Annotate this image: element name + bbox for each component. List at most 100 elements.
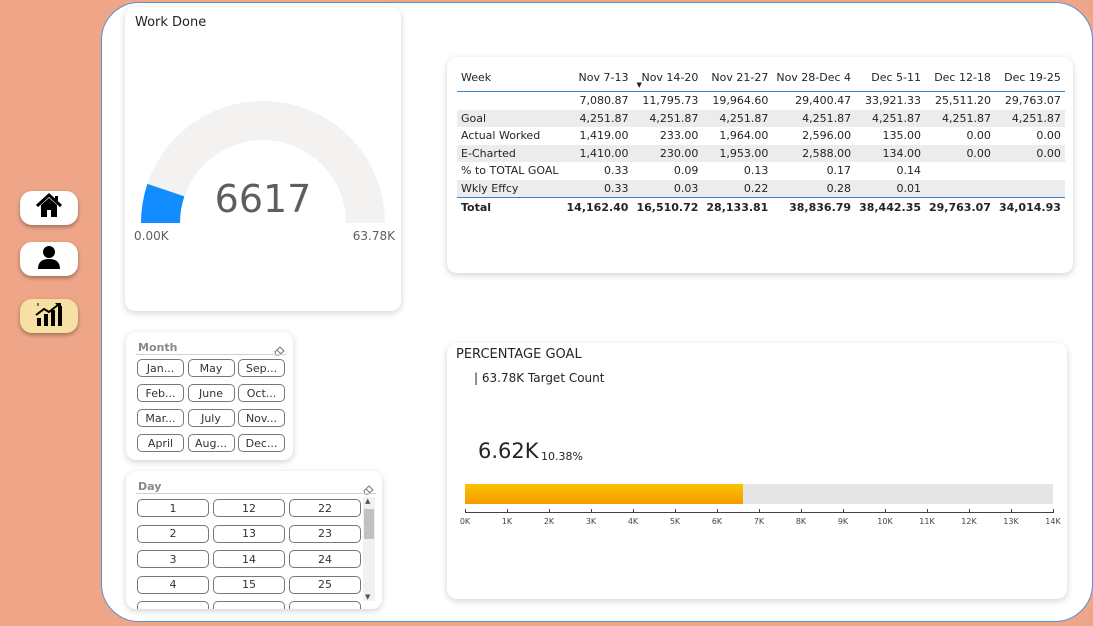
month-option[interactable]: Oct...	[238, 384, 285, 402]
matrix-header-3[interactable]: Nov 21-27	[702, 63, 772, 92]
month-option[interactable]: Nov...	[238, 409, 285, 427]
day-option[interactable]: 1	[137, 499, 209, 517]
month-option[interactable]: June	[187, 384, 235, 402]
axis-tick-mark	[1053, 509, 1054, 513]
day-scrollbar[interactable]: ▲ ▼	[363, 497, 375, 601]
matrix-total-cell: 16,510.72	[636, 201, 699, 214]
axis-tick-mark	[885, 509, 886, 513]
day-option[interactable]: 25	[289, 575, 361, 594]
percentage-goal-card[interactable]: PERCENTAGE GOAL | 63.78K Target Count 6.…	[447, 343, 1067, 599]
day-option[interactable]: 2	[137, 524, 209, 543]
day-option[interactable]: 23	[289, 524, 361, 543]
axis-tick-label: 8K	[795, 517, 807, 526]
matrix-row-label: E-Charted	[461, 146, 516, 160]
gauge-card[interactable]: Work Done 6617 0.00K 63.78K	[125, 7, 401, 311]
axis-tick-mark	[549, 509, 550, 513]
day-option[interactable]: 14	[213, 550, 285, 568]
chart-growth-button[interactable]	[20, 299, 78, 333]
matrix-cell: 19,964.60	[712, 94, 769, 108]
sort-descending-icon: ▼	[636, 81, 642, 89]
matrix-header-1[interactable]: Nov 7-13	[563, 63, 633, 92]
matrix-cell	[925, 162, 995, 180]
matrix-cell: 0.09	[673, 164, 699, 178]
day-option[interactable]: 12	[213, 499, 285, 517]
scroll-up-icon[interactable]: ▲	[365, 497, 370, 505]
target-count-label: | 63.78K Target Count	[474, 371, 605, 385]
month-slicer[interactable]: Month Jan... May Sep... Feb... June Oct... Mar…	[126, 332, 293, 460]
matrix-cell: 0.13	[743, 164, 769, 178]
month-option[interactable]: Feb...	[137, 384, 184, 402]
matrix-header-0[interactable]: Week	[457, 63, 563, 92]
axis-tick-mark	[465, 509, 466, 513]
month-option[interactable]: Mar...	[137, 409, 184, 427]
axis-tick-label: 11K	[919, 517, 935, 526]
month-option[interactable]: Jan...	[137, 359, 184, 377]
month-option[interactable]: May	[187, 359, 235, 377]
month-option[interactable]: Sep...	[238, 359, 285, 377]
day-option[interactable]: 22	[289, 499, 361, 517]
matrix-row: Actual Worked 1,419.00 233.00 1,964.00 2,596…	[457, 127, 1065, 145]
matrix-cell: 2,588.00	[802, 146, 852, 160]
kpi-value: 6.62K	[478, 439, 539, 463]
axis-tick-label: 4K	[627, 517, 639, 526]
matrix-cell: 0.00	[1036, 146, 1061, 160]
matrix-cell	[925, 180, 995, 198]
matrix-total-cell: 38,442.35	[859, 201, 921, 214]
axis-tick-label: 6K	[711, 517, 723, 526]
matrix-cell: 33,921.33	[865, 94, 921, 108]
axis-tick-mark	[1011, 509, 1012, 513]
matrix-cell: 0.28	[826, 181, 852, 195]
scroll-down-icon[interactable]: ▼	[365, 593, 370, 601]
eraser-icon[interactable]	[363, 480, 374, 495]
day-option-partial[interactable]	[213, 601, 285, 609]
month-option[interactable]: July	[187, 409, 235, 427]
day-option-partial[interactable]	[137, 601, 209, 609]
axis-tick-mark	[675, 509, 676, 513]
axis-tick-mark	[969, 509, 970, 513]
axis-tick-label: 5K	[669, 517, 681, 526]
matrix-row: % to TOTAL GOAL 0.33 0.09 0.13 0.17 0.14	[457, 162, 1065, 180]
weekly-matrix: Week Nov 7-13 Nov 14-20 ▼ Nov 21-27 Nov 28-De…	[457, 63, 1065, 217]
month-option[interactable]: Dec...	[238, 434, 285, 452]
day-option[interactable]: 24	[289, 550, 361, 568]
axis-tick-label: 3K	[585, 517, 597, 526]
percentage-goal-title: PERCENTAGE GOAL	[456, 347, 582, 362]
month-option[interactable]: Aug...	[187, 434, 235, 452]
matrix-cell: 1,419.00	[579, 129, 629, 143]
matrix-header-4[interactable]: Nov 28-Dec 4	[772, 63, 855, 92]
matrix-cell: 0.33	[603, 164, 629, 178]
day-option[interactable]: 15	[213, 575, 285, 594]
matrix-cell: 2,596.00	[802, 129, 852, 143]
user-button[interactable]	[20, 242, 78, 276]
matrix-row: E-Charted 1,410.00 230.00 1,953.00 2,588.00 1…	[457, 144, 1065, 162]
day-option[interactable]: 4	[137, 575, 209, 594]
matrix-header-6[interactable]: Dec 12-18	[925, 63, 995, 92]
axis-tick-label: 13K	[1003, 517, 1019, 526]
report-canvas: Work Done 6617 0.00K 63.78K Week Nov 7-13…	[101, 2, 1093, 622]
day-option[interactable]: 3	[137, 550, 209, 568]
matrix-header-2[interactable]: Nov 14-20 ▼	[632, 63, 702, 92]
home-icon	[35, 192, 63, 223]
day-slicer[interactable]: Day 1 12 22 2 13 23 3 14 24 4 15 25 ▲ ▼	[126, 471, 382, 609]
matrix-total-cell: 34,014.93	[998, 201, 1061, 214]
matrix-cell: 25,511.20	[934, 94, 991, 108]
axis-tick-label: 10K	[877, 517, 893, 526]
eraser-icon[interactable]	[274, 341, 285, 356]
matrix-total-cell: 28,133.81	[706, 201, 769, 214]
day-option[interactable]: 13	[213, 524, 285, 543]
home-button[interactable]	[20, 191, 78, 225]
matrix-cell: 233.00	[659, 129, 699, 143]
matrix-header-7[interactable]: Dec 19-25	[995, 63, 1065, 92]
scroll-thumb[interactable]	[364, 509, 374, 539]
day-option-partial[interactable]	[289, 601, 361, 609]
axis-tick-mark	[591, 509, 592, 513]
matrix-row-label: Wkly Effcy	[461, 181, 519, 195]
month-option[interactable]: April	[137, 434, 184, 452]
matrix-card[interactable]: Week Nov 7-13 Nov 14-20 ▼ Nov 21-27 Nov 28-De…	[447, 57, 1073, 273]
gauge-min-label: 0.00K	[134, 229, 169, 243]
day-slicer-title: Day	[138, 480, 162, 493]
matrix-cell: 7,080.87	[579, 94, 629, 108]
matrix-body: 7,080.87 11,795.73 19,964.60 29,400.47 33,92…	[457, 92, 1065, 218]
matrix-cell: 134.00	[882, 146, 922, 160]
matrix-header-5[interactable]: Dec 5-11	[855, 63, 925, 92]
